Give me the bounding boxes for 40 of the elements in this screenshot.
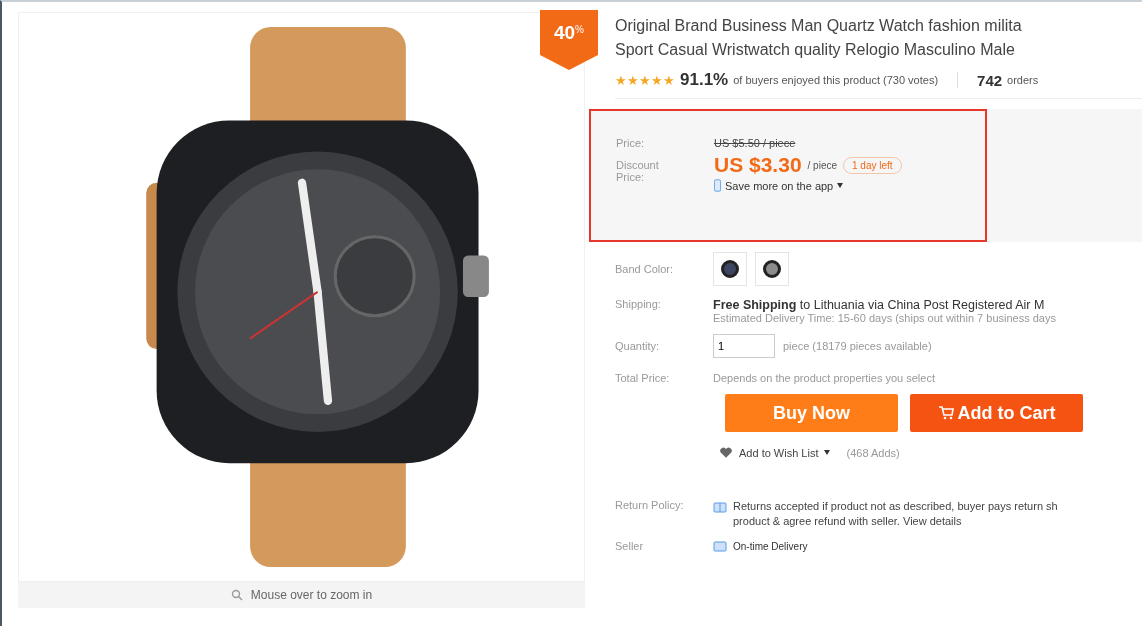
cart-icon <box>937 406 954 420</box>
original-price: US $5.50 / piece <box>714 137 796 149</box>
band-color-swatch[interactable] <box>755 252 789 286</box>
app-promo-link[interactable]: Save more on the app <box>725 179 834 192</box>
delivery-estimate: Estimated Delivery Time: 15-60 days (ships out within 7 business days <box>713 312 1056 324</box>
total-price-text: Depends on the product properties you select <box>713 372 935 384</box>
quantity-field[interactable]: 1 <box>713 334 775 358</box>
seller-delivery: On-time Delivery <box>733 540 808 552</box>
rating-percent: 91.1% <box>680 70 729 90</box>
price-label: Price: <box>616 137 646 149</box>
phone-icon <box>714 179 721 192</box>
orders-count: 742 <box>977 71 1003 89</box>
gift-icon <box>713 499 727 513</box>
return-policy-text: product & agree refund with seller. <box>733 515 900 527</box>
discount-price-label: Discount Price: <box>616 159 660 185</box>
seller-label: Seller <box>615 540 645 552</box>
quantity-label: Quantity: <box>615 340 661 352</box>
star-rating: ★★★★★ <box>615 72 675 88</box>
add-to-wish-list-link[interactable]: Add to Wish List <box>739 446 819 459</box>
discount-price: US $3.30 <box>714 153 802 177</box>
quantity-note: piece (18179 pieces available) <box>783 340 932 352</box>
zoom-hint: Mouse over to zoom in <box>250 588 373 602</box>
dropdown-icon <box>824 450 831 455</box>
orders-label: orders <box>1007 74 1039 86</box>
price-unit: / piece <box>807 159 838 171</box>
shipping-info: Free Shipping to Lithuania via China Post Registered Air M <box>713 298 1046 312</box>
wish-list-count: (468 Adds) <box>846 446 900 459</box>
band-color-swatch[interactable] <box>713 252 747 286</box>
total-price-label: Total Price: <box>615 372 671 384</box>
dropdown-icon <box>837 183 844 188</box>
return-policy-label: Return Policy: <box>615 499 685 511</box>
return-policy-text: Returns accepted if product not as described, buyer pays return sh <box>733 499 1058 514</box>
heart-icon <box>719 446 733 459</box>
shipping-label: Shipping: <box>615 298 662 310</box>
view-details-link[interactable]: View details <box>903 515 962 527</box>
search-icon <box>230 589 243 601</box>
discount-badge: 40% <box>540 10 598 70</box>
band-color-label: Band Color: <box>615 263 675 275</box>
product-title: Original Brand Business Man Quartz Watch fashion milita Sport Casual Wristwatch quality Relogio Masculino Male <box>615 16 1023 60</box>
rating-text: of buyers enjoyed this product (730 votes) <box>733 74 939 86</box>
